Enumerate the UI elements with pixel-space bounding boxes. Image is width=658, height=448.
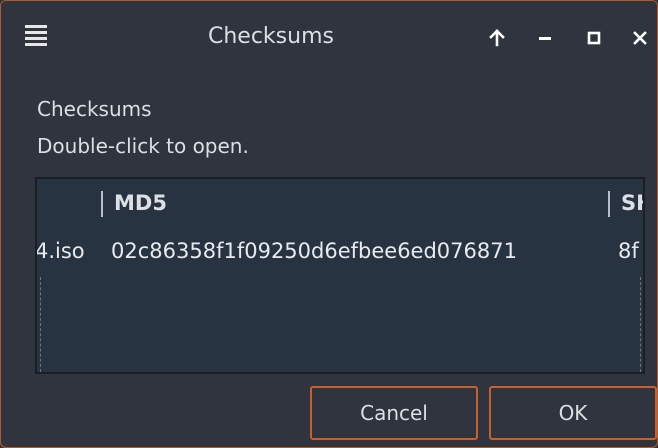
md5-cell: 02c86358f1f09250d6efbee6ed076871 xyxy=(111,239,517,263)
column-separator[interactable] xyxy=(101,191,103,217)
dialog-hint: Double-click to open. xyxy=(37,134,249,158)
column-header-sha[interactable]: SH xyxy=(621,191,643,215)
column-guide xyxy=(40,277,41,372)
column-header-md5[interactable]: MD5 xyxy=(114,191,167,215)
column-separator[interactable] xyxy=(608,191,610,217)
checksums-table[interactable]: MD5 SH 4.iso 02c86358f1f09250d6efbee6ed0… xyxy=(35,177,645,374)
close-icon xyxy=(633,31,647,45)
sha-cell: 8f xyxy=(618,239,639,263)
table-row[interactable]: 4.iso 02c86358f1f09250d6efbee6ed076871 8… xyxy=(37,239,643,279)
window-title: Checksums xyxy=(208,24,334,49)
minimize-button[interactable] xyxy=(530,23,560,53)
maximize-button[interactable] xyxy=(579,23,609,53)
close-button[interactable] xyxy=(625,23,655,53)
checksums-window: Checksums Checksums Double-click to open… xyxy=(0,0,658,448)
arrow-up-icon xyxy=(489,29,505,47)
keep-above-button[interactable] xyxy=(482,23,512,53)
ok-button[interactable]: OK xyxy=(489,386,657,440)
dialog-heading: Checksums xyxy=(37,97,152,121)
column-guide xyxy=(640,277,641,372)
minimize-icon xyxy=(539,37,551,40)
table-header: MD5 SH xyxy=(37,179,643,229)
file-name-cell: 4.iso xyxy=(35,239,85,263)
titlebar[interactable]: Checksums xyxy=(1,1,657,77)
maximize-icon xyxy=(587,31,601,45)
cancel-button[interactable]: Cancel xyxy=(310,386,478,440)
